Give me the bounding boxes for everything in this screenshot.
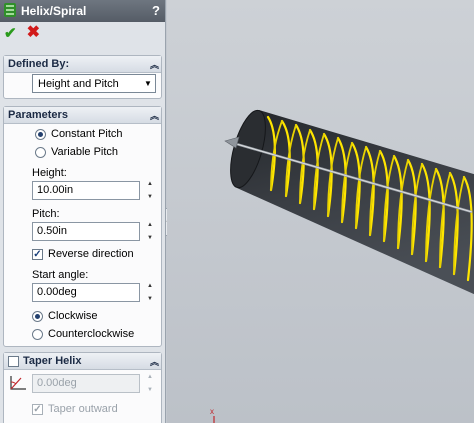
defined-by-dropdown[interactable]: Height and Pitch ▼ xyxy=(32,74,156,93)
spin-up-icon[interactable]: ▲ xyxy=(147,283,153,289)
spin-down-icon[interactable]: ▼ xyxy=(147,194,153,200)
variable-pitch-label: Variable Pitch xyxy=(51,146,119,158)
spin-down-icon[interactable]: ▼ xyxy=(147,387,153,393)
title-bar: Helix/Spiral ? xyxy=(0,0,165,22)
constant-pitch-radio[interactable] xyxy=(35,128,46,140)
collapse-chevron-icon[interactable]: ︽ xyxy=(147,109,161,122)
taper-helix-header[interactable]: Taper Helix ︽ xyxy=(4,353,161,370)
taper-helix-checkbox[interactable] xyxy=(8,355,19,367)
variable-pitch-radio[interactable] xyxy=(35,146,46,158)
defined-by-title: Defined By: xyxy=(8,58,70,70)
height-spinner[interactable]: ▲ ▼ xyxy=(145,181,155,200)
clockwise-option[interactable]: Clockwise xyxy=(32,310,98,322)
graphics-viewport[interactable]: x xyxy=(167,0,474,423)
parameters-header[interactable]: Parameters ︽ xyxy=(4,107,161,124)
help-button[interactable]: ? xyxy=(147,2,165,20)
helix-feature-icon xyxy=(3,2,17,21)
action-row: ✔ ✖ xyxy=(0,22,165,44)
property-manager-panel: Helix/Spiral ? ✔ ✖ Defined By: ︽ Height … xyxy=(0,0,166,423)
counterclockwise-label: Counterclockwise xyxy=(48,328,135,340)
clockwise-radio[interactable] xyxy=(32,310,43,322)
parameters-group: Parameters ︽ Constant Pitch Variable Pit… xyxy=(3,106,162,347)
collapse-chevron-icon[interactable]: ︽ xyxy=(147,58,161,71)
ok-check-icon[interactable]: ✔ xyxy=(4,26,17,41)
counterclockwise-radio[interactable] xyxy=(32,328,43,340)
defined-by-selected: Height and Pitch xyxy=(38,77,119,90)
spin-up-icon[interactable]: ▲ xyxy=(147,181,153,187)
clockwise-label: Clockwise xyxy=(48,310,98,322)
taper-outward-checkbox[interactable]: ✓ xyxy=(32,403,43,415)
taper-outward-option[interactable]: ✓ Taper outward xyxy=(32,403,118,415)
cancel-x-icon[interactable]: ✖ xyxy=(27,25,40,41)
constant-pitch-label: Constant Pitch xyxy=(51,128,123,140)
taper-outward-label: Taper outward xyxy=(48,403,118,415)
parameters-title: Parameters xyxy=(8,109,68,121)
chevron-down-icon: ▼ xyxy=(144,79,152,88)
panel-title: Helix/Spiral xyxy=(21,4,87,18)
defined-by-group: Defined By: ︽ Height and Pitch ▼ xyxy=(3,55,162,99)
start-angle-label: Start angle: xyxy=(32,269,89,281)
taper-angle-icon xyxy=(8,374,28,395)
spin-down-icon[interactable]: ▼ xyxy=(147,296,153,302)
counterclockwise-option[interactable]: Counterclockwise xyxy=(32,328,134,340)
start-angle-input[interactable]: 0.00deg xyxy=(32,283,140,302)
constant-pitch-option[interactable]: Constant Pitch xyxy=(35,128,123,140)
taper-angle-spinner[interactable]: ▲ ▼ xyxy=(145,374,155,393)
taper-helix-group: Taper Helix ︽ 0.00deg ▲ ▼ ✓ Taper outwar… xyxy=(3,352,162,423)
coordinate-triad-icon: x xyxy=(210,407,215,423)
defined-by-header[interactable]: Defined By: ︽ xyxy=(4,56,161,73)
pitch-input[interactable]: 0.50in xyxy=(32,222,140,241)
pitch-spinner[interactable]: ▲ ▼ xyxy=(145,222,155,241)
taper-angle-input[interactable]: 0.00deg xyxy=(32,374,140,393)
spin-down-icon[interactable]: ▼ xyxy=(147,235,153,241)
height-input[interactable]: 10.00in xyxy=(32,181,140,200)
pitch-label: Pitch: xyxy=(32,208,60,220)
spin-up-icon[interactable]: ▲ xyxy=(147,374,153,380)
height-label: Height: xyxy=(32,167,67,179)
reverse-direction-checkbox[interactable]: ✓ xyxy=(32,248,43,260)
helix-model-view: x xyxy=(210,109,474,423)
reverse-direction-option[interactable]: ✓ Reverse direction xyxy=(32,248,134,260)
cylinder-body xyxy=(230,109,474,295)
collapse-chevron-icon[interactable]: ︽ xyxy=(147,355,161,368)
reverse-direction-label: Reverse direction xyxy=(48,248,134,260)
spin-up-icon[interactable]: ▲ xyxy=(147,222,153,228)
start-angle-spinner[interactable]: ▲ ▼ xyxy=(145,283,155,302)
taper-helix-title: Taper Helix xyxy=(23,355,82,367)
svg-text:x: x xyxy=(210,407,214,416)
variable-pitch-option[interactable]: Variable Pitch xyxy=(35,146,118,158)
